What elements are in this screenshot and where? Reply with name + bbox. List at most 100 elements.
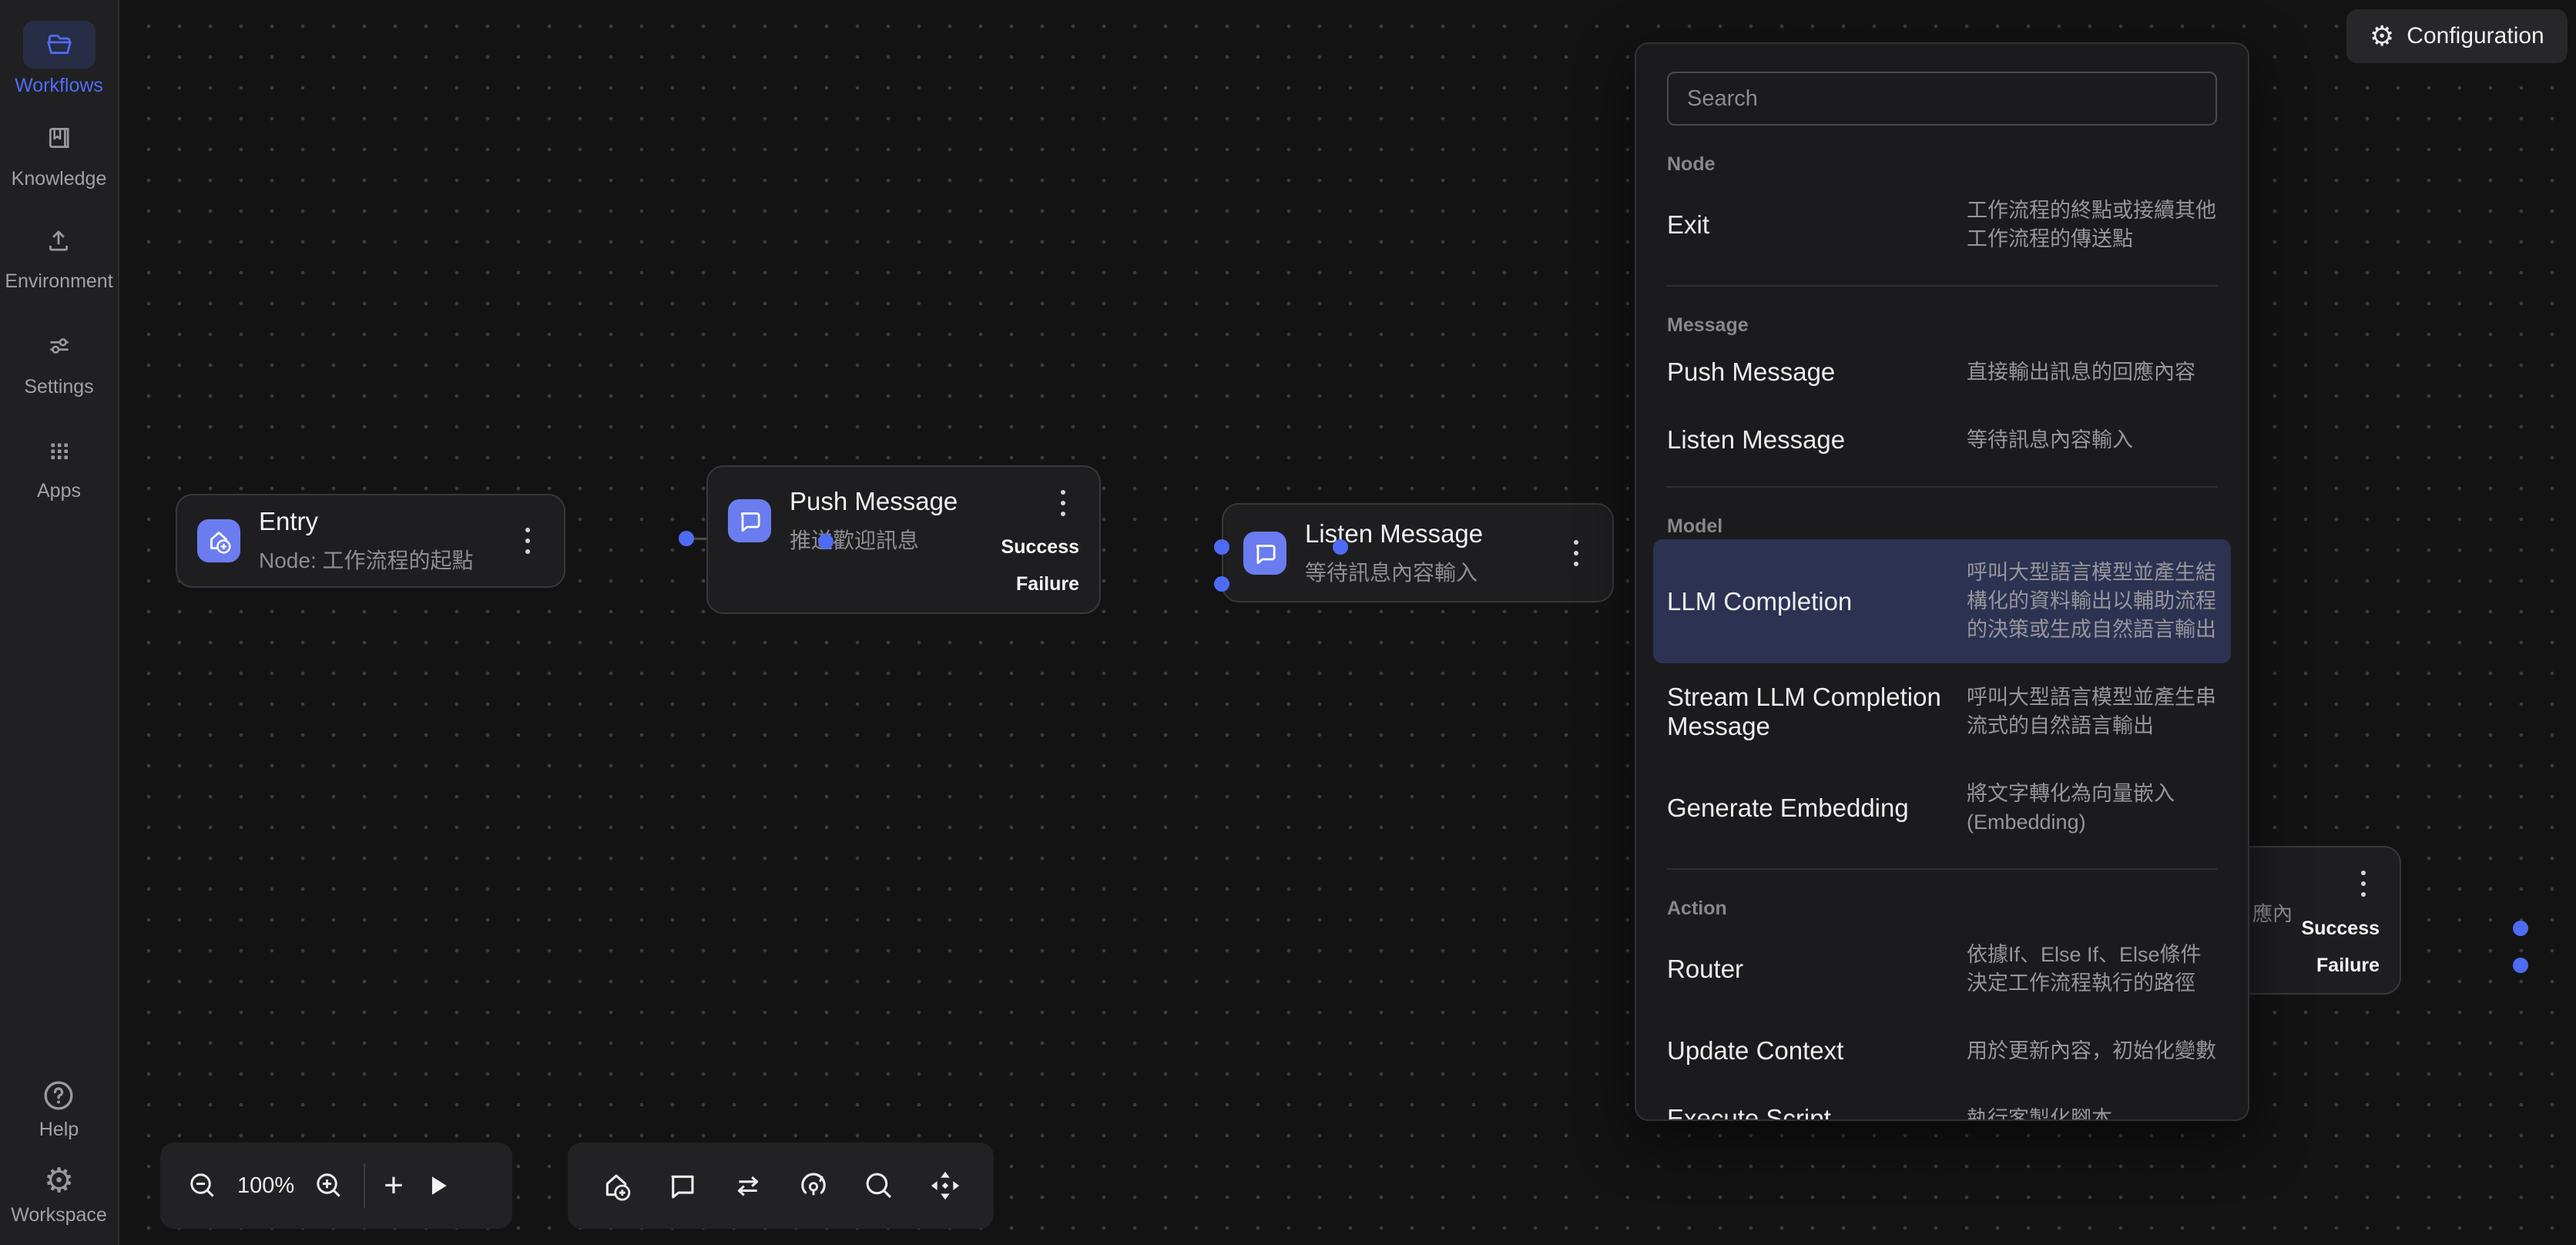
node-subtitle: 等待訊息內容輸入 xyxy=(1305,556,1483,587)
port-partial-failure[interactable] xyxy=(2513,958,2528,973)
node-listen-message[interactable]: Listen Message 等待訊息內容輸入 xyxy=(1222,503,1614,602)
sidebar-item-label: Help xyxy=(39,1119,79,1141)
node-title: Listen Message xyxy=(1305,519,1483,549)
node-push-message[interactable]: Push Message 推送歡迎訊息 Success Failure xyxy=(706,465,1101,614)
plus-icon: + xyxy=(384,1169,404,1203)
node-entry[interactable]: Entry Node: 工作流程的起點 xyxy=(176,494,565,588)
pan-move-button[interactable] xyxy=(928,1169,962,1203)
zoom-in-button[interactable] xyxy=(313,1169,345,1202)
port-listen-input[interactable] xyxy=(1333,539,1348,555)
sidebar-item-settings[interactable]: Settings xyxy=(23,322,96,398)
node-menu-button[interactable] xyxy=(522,525,533,557)
sidebar-item-label: Settings xyxy=(24,376,93,398)
palette-item-stream-llm-completion-message[interactable]: Stream LLM Completion Message 呼叫大型語言模型並產… xyxy=(1667,663,2217,760)
gear-icon: ⚙ xyxy=(44,1164,74,1198)
upload-icon xyxy=(22,216,95,264)
sidebar-item-apps[interactable]: Apps xyxy=(23,426,96,502)
item-description: 依據If、Else If、Else條件決定工作流程執行的路徑 xyxy=(1967,941,2217,998)
palette-item-push-message[interactable]: Push Message 直接輸出訊息的回應內容 xyxy=(1667,338,2217,406)
section-title-node: Node xyxy=(1667,153,2217,176)
run-workflow-button[interactable] xyxy=(422,1170,453,1201)
node-title: Entry xyxy=(259,507,474,536)
node-listen-head: Listen Message 等待訊息內容輸入 xyxy=(1243,519,1483,587)
swap-arrows-icon xyxy=(731,1169,765,1203)
failure-port-label: Failure xyxy=(1016,573,1079,596)
add-entry-node-button[interactable] xyxy=(599,1169,633,1203)
bulb-refresh-icon xyxy=(797,1169,830,1203)
palette-item-update-context[interactable]: Update Context 用於更新內容，初始化變數 xyxy=(1667,1017,2217,1085)
add-button[interactable]: + xyxy=(384,1169,404,1203)
failure-port-label: Failure xyxy=(2316,955,2380,977)
add-message-node-button[interactable] xyxy=(666,1169,699,1203)
section-divider xyxy=(1667,486,2217,488)
palette-item-exit[interactable]: Exit 工作流程的終點或接續其他工作流程的傳送點 xyxy=(1667,177,2217,273)
item-description: 直接輸出訊息的回應內容 xyxy=(1967,358,2217,387)
configuration-button[interactable]: ⚙ Configuration xyxy=(2346,9,2568,63)
entry-node-icon xyxy=(197,519,240,562)
folder-open-icon xyxy=(23,21,96,69)
palette-item-llm-completion[interactable]: LLM Completion 呼叫大型語言模型並產生結構化的資料輸出以輔助流程的… xyxy=(1653,539,2231,663)
configuration-label: Configuration xyxy=(2407,23,2544,49)
port-entry-output[interactable] xyxy=(679,531,694,546)
node-subtitle: 推送歡迎訊息 xyxy=(790,524,958,555)
section-divider xyxy=(1667,868,2217,870)
zoom-level-label: 100% xyxy=(237,1173,294,1199)
item-description: 等待訊息內容輸入 xyxy=(1967,426,2217,455)
workflow-editor: Entry Node: 工作流程的起點 Push Message 推送歡迎訊息 … xyxy=(0,0,2576,1245)
port-push-success[interactable] xyxy=(1214,539,1229,555)
item-name: Router xyxy=(1667,955,1948,984)
sidebar-item-help[interactable]: Help xyxy=(39,1079,79,1141)
sidebar: Workflows Knowledge Environment Settings… xyxy=(0,0,119,1245)
zoom-out-icon xyxy=(186,1169,219,1202)
house-plus-icon xyxy=(205,527,233,555)
search-icon xyxy=(862,1169,896,1203)
sidebar-item-workflows[interactable]: Workflows xyxy=(15,21,103,97)
item-description: 將文字轉化為向量嵌入 (Embedding) xyxy=(1967,780,2217,837)
sidebar-footer: Help ⚙ Workspace xyxy=(0,1079,118,1227)
palette-item-generate-embedding[interactable]: Generate Embedding 將文字轉化為向量嵌入 (Embedding… xyxy=(1667,760,2217,856)
port-push-failure[interactable] xyxy=(1214,576,1229,592)
chat-bubble-icon xyxy=(666,1169,699,1203)
search-input[interactable] xyxy=(1667,72,2217,126)
item-name: Exit xyxy=(1667,210,1948,240)
search-canvas-button[interactable] xyxy=(862,1169,896,1203)
node-entry-head: Entry Node: 工作流程的起點 xyxy=(197,507,474,575)
item-name: Generate Embedding xyxy=(1667,794,1948,823)
node-palette-panel: Node Exit 工作流程的終點或接續其他工作流程的傳送點 Message P… xyxy=(1635,42,2249,1121)
auto-layout-button[interactable] xyxy=(797,1169,830,1203)
node-menu-button[interactable] xyxy=(1058,487,1068,519)
sliders-icon xyxy=(23,322,96,370)
gear-icon: ⚙ xyxy=(2370,22,2394,50)
node-subtitle-fragment: 應內 xyxy=(2252,898,2293,927)
canvas-tools-toolbar xyxy=(568,1143,994,1229)
item-name: Update Context xyxy=(1667,1036,1948,1065)
item-description: 工作流程的終點或接續其他工作流程的傳送點 xyxy=(1967,196,2217,253)
node-menu-button[interactable] xyxy=(1571,537,1581,569)
port-partial-success[interactable] xyxy=(2513,921,2528,936)
sidebar-item-label: Apps xyxy=(37,480,81,502)
node-title: Push Message xyxy=(790,487,958,516)
message-node-icon xyxy=(1243,532,1286,575)
node-menu-button[interactable] xyxy=(2358,867,2369,900)
section-title-message: Message xyxy=(1667,314,2217,337)
node-push-head: Push Message 推送歡迎訊息 xyxy=(728,487,958,555)
section-divider xyxy=(1667,285,2217,287)
zoom-out-button[interactable] xyxy=(186,1169,219,1202)
palette-item-listen-message[interactable]: Listen Message 等待訊息內容輸入 xyxy=(1667,406,2217,474)
sidebar-item-environment[interactable]: Environment xyxy=(5,216,112,293)
message-node-icon xyxy=(728,499,771,542)
sidebar-item-label: Workflows xyxy=(15,75,103,97)
sidebar-item-workspace[interactable]: ⚙ Workspace xyxy=(11,1164,107,1227)
palette-item-execute-script[interactable]: Execute Script 執行客製化腳本 xyxy=(1667,1085,2217,1121)
success-port-label: Success xyxy=(2302,918,2380,940)
sidebar-item-knowledge[interactable]: Knowledge xyxy=(12,114,107,190)
item-name: Stream LLM Completion Message xyxy=(1667,683,1948,741)
item-description: 用於更新內容，初始化變數 xyxy=(1967,1037,2217,1065)
help-circle-icon xyxy=(42,1079,75,1112)
port-push-input[interactable] xyxy=(818,534,834,549)
item-name: Execute Script xyxy=(1667,1104,1948,1121)
palette-item-router[interactable]: Router 依據If、Else If、Else條件決定工作流程執行的路徑 xyxy=(1667,921,2217,1017)
sidebar-item-label: Knowledge xyxy=(12,168,107,190)
swap-connection-button[interactable] xyxy=(731,1169,765,1203)
section-title-action: Action xyxy=(1667,898,2217,920)
